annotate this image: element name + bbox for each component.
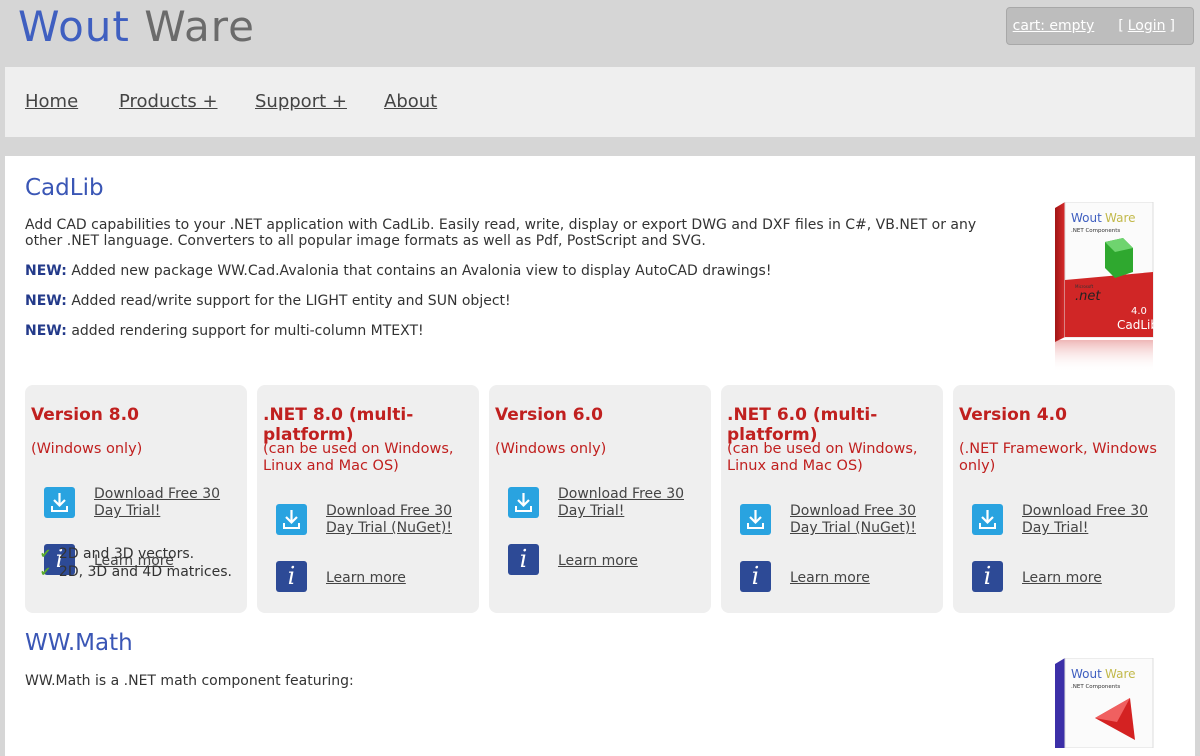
box-version: 4.0 xyxy=(1131,306,1147,317)
feature-list: ✔ 2D and 3D vectors. ✔ 2D, 3D and 4D matri… xyxy=(40,546,232,582)
new-label: NEW: xyxy=(25,293,67,309)
login-link[interactable]: Login xyxy=(1128,18,1166,34)
feature-text: 2D and 3D vectors. xyxy=(58,546,195,562)
download-trial-link[interactable]: Download Free 30 Day Trial (NuGet)! xyxy=(326,503,476,537)
new-label: NEW: xyxy=(25,323,67,339)
feature-text: 2D, 3D and 4D matrices. xyxy=(58,564,232,580)
card-subtitle: (Windows only) xyxy=(495,441,607,457)
download-trial-link[interactable]: Download Free 30 Day Trial! xyxy=(1022,503,1172,537)
wwmath-product-box[interactable]: Wout Ware .NET Components xyxy=(1055,658,1160,748)
checkmark-icon: ✔ xyxy=(40,547,51,562)
card-title: Version 8.0 xyxy=(31,405,139,425)
box-net: .net xyxy=(1075,289,1101,304)
learn-more-link[interactable]: Learn more xyxy=(326,570,476,587)
download-trial-link[interactable]: Download Free 30 Day Trial! xyxy=(558,486,708,520)
card-subtitle: (can be used on Windows, Linux and Mac O… xyxy=(727,441,918,474)
card-title: .NET 6.0 (multi-platform) xyxy=(727,405,878,445)
download-icon[interactable] xyxy=(508,487,539,518)
main-nav: Home Products + Support + About xyxy=(5,67,1195,137)
card-subtitle: (.NET Framework, Windows only) xyxy=(959,441,1157,474)
learn-more-link[interactable]: Learn more xyxy=(1022,570,1172,587)
list-item: ✔ 2D and 3D vectors. xyxy=(40,546,232,564)
info-icon[interactable]: i xyxy=(276,561,307,592)
nav-products[interactable]: Products + xyxy=(119,91,218,112)
news-item: NEW: added rendering support for multi-c… xyxy=(25,323,1015,339)
box-subtitle: .NET Components xyxy=(1071,684,1120,690)
info-icon[interactable]: i xyxy=(508,544,539,575)
info-icon[interactable]: i xyxy=(972,561,1003,592)
learn-more-link[interactable]: Learn more xyxy=(790,570,940,587)
version-card: .NET 6.0 (multi-platform) (can be used o… xyxy=(721,385,943,613)
cart-link[interactable]: cart: empty xyxy=(1013,18,1095,34)
box-brand-2: Ware xyxy=(1105,667,1136,681)
card-title: .NET 8.0 (multi-platform) xyxy=(263,405,414,445)
wwmath-title[interactable]: WW.Math xyxy=(25,630,133,656)
new-label: NEW: xyxy=(25,263,67,279)
news-text: Added read/write support for the LIGHT e… xyxy=(71,293,511,309)
card-subtitle: (Windows only) xyxy=(31,441,143,457)
box-brand-1: Wout xyxy=(1071,667,1102,681)
download-trial-link[interactable]: Download Free 30 Day Trial! xyxy=(94,486,244,520)
news-text: added rendering support for multi-column… xyxy=(71,323,424,339)
main-content: CadLib Add CAD capabilities to your .NET… xyxy=(5,156,1195,756)
box-name: CadLib xyxy=(1117,318,1158,332)
cadlib-title[interactable]: CadLib xyxy=(25,175,104,201)
logo-text-ware: Ware xyxy=(144,2,255,51)
info-icon[interactable]: i xyxy=(740,561,771,592)
card-title: Version 4.0 xyxy=(959,405,1067,425)
site-logo[interactable]: Wout Ware xyxy=(18,2,255,51)
download-icon[interactable] xyxy=(972,504,1003,535)
card-title: Version 6.0 xyxy=(495,405,603,425)
box-subtitle: .NET Components xyxy=(1071,228,1120,234)
download-icon[interactable] xyxy=(44,487,75,518)
nav-home[interactable]: Home xyxy=(25,91,78,112)
wwmath-intro: WW.Math is a .NET math component featuri… xyxy=(25,673,354,689)
version-card: Version 6.0 (Windows only) Download Free… xyxy=(489,385,711,613)
cadlib-product-box[interactable]: Wout Ware .NET Components Microsoft .net… xyxy=(1035,202,1160,377)
version-card: Version 4.0 (.NET Framework, Windows onl… xyxy=(953,385,1175,613)
logo-text-wout: Wout xyxy=(18,2,130,51)
login-bracket-open: [ xyxy=(1118,18,1124,34)
download-icon[interactable] xyxy=(276,504,307,535)
checkmark-icon: ✔ xyxy=(40,565,51,580)
box-brand-1: Wout xyxy=(1071,211,1102,225)
download-trial-link[interactable]: Download Free 30 Day Trial (NuGet)! xyxy=(790,503,940,537)
login-bracket-close: ] xyxy=(1169,18,1175,34)
cart-login-box: cart: empty [ Login ] xyxy=(1006,7,1194,45)
news-item: NEW: Added read/write support for the LI… xyxy=(25,293,1015,309)
learn-more-link[interactable]: Learn more xyxy=(558,553,708,570)
news-item: NEW: Added new package WW.Cad.Avalonia t… xyxy=(25,263,1015,279)
cadlib-intro: Add CAD capabilities to your .NET applic… xyxy=(25,217,977,249)
download-icon[interactable] xyxy=(740,504,771,535)
version-card: .NET 8.0 (multi-platform) (can be used o… xyxy=(257,385,479,613)
card-subtitle: (can be used on Windows, Linux and Mac O… xyxy=(263,441,454,474)
nav-support[interactable]: Support + xyxy=(255,91,347,112)
box-brand-2: Ware xyxy=(1105,211,1136,225)
list-item: ✔ 2D, 3D and 4D matrices. xyxy=(40,564,232,582)
nav-about[interactable]: About xyxy=(384,91,437,112)
news-text: Added new package WW.Cad.Avalonia that c… xyxy=(71,263,772,279)
